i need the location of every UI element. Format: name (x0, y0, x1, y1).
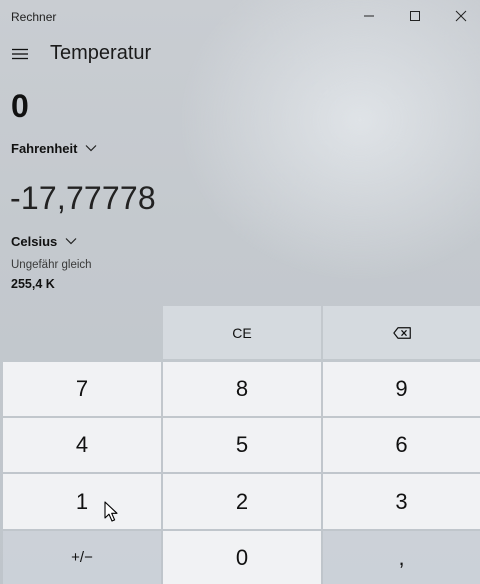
hamburger-icon (12, 48, 28, 60)
chevron-down-icon (86, 145, 97, 152)
decimal-separator-button[interactable]: , (323, 531, 480, 584)
digit-3-button[interactable]: 3 (323, 474, 480, 529)
approx-label: Ungefähr gleich (11, 259, 92, 271)
mode-title: Temperatur (50, 42, 152, 64)
window-title: Rechner (11, 10, 57, 24)
minimize-icon (364, 15, 374, 17)
input-value[interactable]: 0 (11, 88, 29, 125)
maximize-button[interactable] (392, 0, 438, 32)
minimize-button[interactable] (346, 0, 392, 32)
title-bar: Rechner (0, 0, 480, 32)
negate-button[interactable]: +/− (3, 531, 161, 584)
to-unit-dropdown[interactable]: Celsius (11, 229, 77, 253)
backspace-button[interactable] (323, 306, 480, 359)
from-unit-label: Fahrenheit (11, 140, 78, 156)
digit-1-button[interactable]: 1 (3, 474, 161, 529)
digit-5-button[interactable]: 5 (163, 418, 321, 472)
approx-value: 255,4 K (11, 277, 55, 291)
chevron-down-icon (65, 238, 77, 245)
maximize-icon (410, 11, 420, 21)
digit-7-button[interactable]: 7 (3, 362, 161, 416)
clear-entry-button[interactable]: CE (163, 306, 321, 359)
digit-8-button[interactable]: 8 (163, 362, 321, 416)
backspace-icon (392, 326, 411, 339)
from-unit-dropdown[interactable]: Fahrenheit (11, 136, 97, 160)
close-button[interactable] (438, 0, 480, 32)
mouse-cursor-icon (104, 501, 118, 522)
digit-4-button[interactable]: 4 (3, 418, 161, 472)
digit-2-button[interactable]: 2 (163, 474, 321, 529)
to-unit-label: Celsius (11, 233, 58, 249)
navigation-menu-button[interactable] (4, 38, 36, 70)
close-icon (455, 10, 467, 22)
app-header: Temperatur (0, 32, 480, 76)
digit-0-button[interactable]: 0 (163, 531, 321, 584)
digit-9-button[interactable]: 9 (323, 362, 480, 416)
output-value[interactable]: -17,77778 (10, 180, 156, 217)
digit-6-button[interactable]: 6 (323, 418, 480, 472)
